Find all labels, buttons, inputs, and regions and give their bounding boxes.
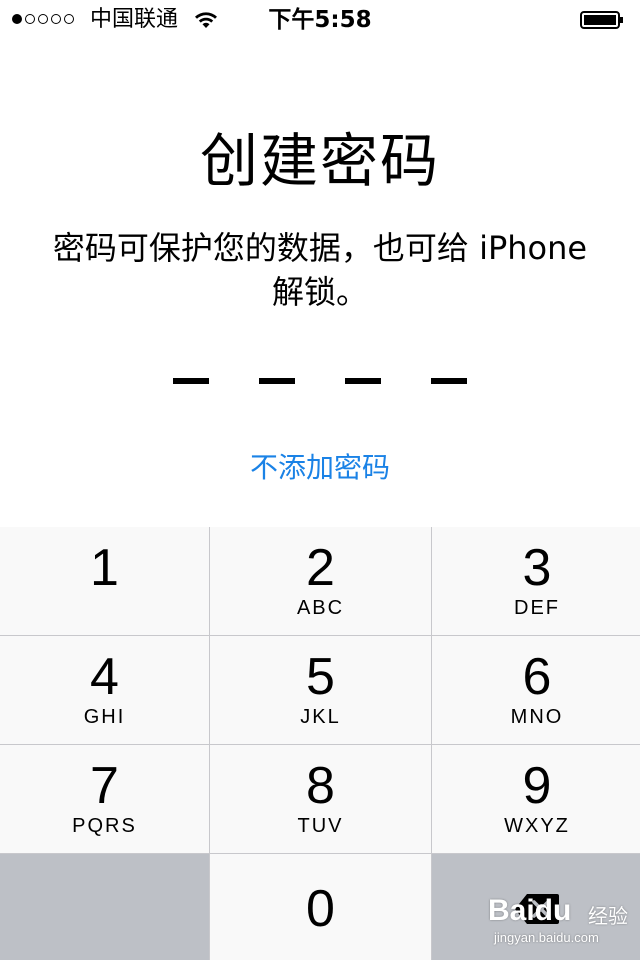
- key-digit: 5: [306, 648, 335, 706]
- delete-button[interactable]: [432, 854, 640, 960]
- key-letters: DEF: [514, 597, 560, 619]
- key-8[interactable]: 8 TUV: [210, 745, 431, 853]
- key-digit: 9: [522, 757, 552, 815]
- key-letters: JKL: [300, 706, 341, 728]
- page-title: 创建密码: [199, 127, 440, 195]
- key-letters: PQRS: [72, 815, 137, 837]
- key-0[interactable]: 0: [210, 854, 431, 960]
- passcode-field[interactable]: [0, 378, 640, 384]
- key-letters: GHI: [83, 706, 126, 728]
- key-digit: 7: [90, 757, 119, 815]
- numeric-keypad: 1 2 ABC 3 DEF 4 GHI 5 JKL 6 MNO 7 PQRS 8…: [0, 527, 640, 960]
- passcode-slot: [431, 378, 467, 384]
- key-digit: 4: [90, 648, 119, 706]
- key-4[interactable]: 4 GHI: [0, 636, 209, 744]
- key-letters: MNO: [510, 706, 564, 728]
- key-digit: 0: [306, 879, 335, 938]
- status-bar: 中国联通 下午5:58: [0, 0, 640, 40]
- page-subtitle: 密码可保护您的数据，也可给 iPhone 解锁。: [30, 226, 610, 314]
- backspace-icon: [515, 893, 559, 924]
- key-1[interactable]: 1: [0, 527, 209, 635]
- key-6[interactable]: 6 MNO: [432, 636, 640, 744]
- status-time: 下午5:58: [268, 7, 372, 33]
- key-9[interactable]: 9 WXYZ: [432, 745, 640, 853]
- key-digit: 3: [522, 539, 552, 597]
- battery-icon: [580, 11, 623, 29]
- key-3[interactable]: 3 DEF: [432, 527, 640, 635]
- key-5[interactable]: 5 JKL: [210, 636, 431, 744]
- key-digit: 8: [306, 757, 335, 815]
- key-digit: 6: [522, 648, 552, 706]
- key-letters: WXYZ: [504, 815, 570, 837]
- key-digit: 1: [90, 539, 119, 597]
- key-2[interactable]: 2 ABC: [210, 527, 431, 635]
- key-7[interactable]: 7 PQRS: [0, 745, 209, 853]
- passcode-screen: 中国联通 下午5:58 创建密码 密码可保护您的数据，也可给 iPhone 解锁…: [0, 0, 640, 960]
- key-digit: 2: [306, 539, 335, 597]
- subtitle-line: 密码可保护您的数据，也可给 iPhone: [52, 229, 588, 267]
- passcode-slot: [259, 378, 295, 384]
- key-letters: ABC: [296, 597, 345, 619]
- keypad-blank: [0, 854, 209, 960]
- subtitle-line: 解锁。: [271, 273, 368, 311]
- passcode-slot: [345, 378, 381, 384]
- dont-add-passcode-link[interactable]: 不添加密码: [0, 450, 640, 486]
- passcode-slot: [173, 378, 209, 384]
- key-letters: TUV: [297, 815, 344, 837]
